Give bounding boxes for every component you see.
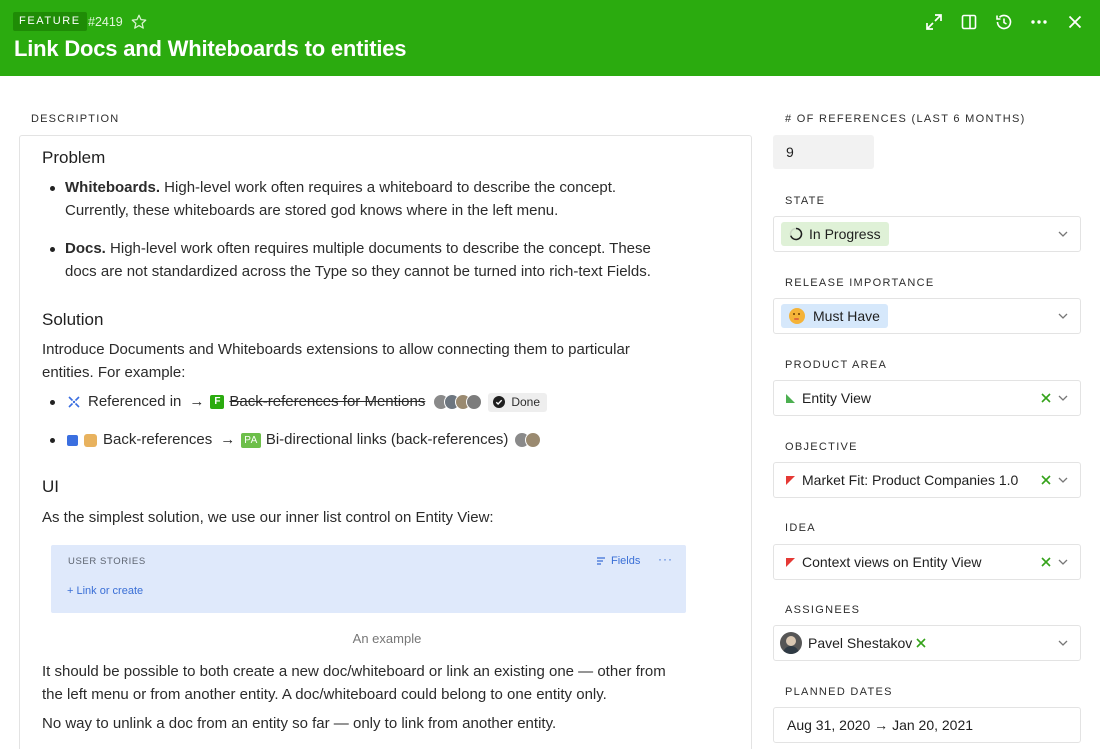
- page-title[interactable]: Link Docs and Whiteboards to entities: [14, 35, 407, 63]
- example-referenced-in: Referenced in → F Back-references for Me…: [67, 391, 548, 413]
- expand-icon[interactable]: [924, 12, 944, 32]
- objective-value[interactable]: Market Fit: Product Companies 1.0: [802, 463, 1018, 497]
- idea-flag-icon: [786, 558, 795, 567]
- chevron-down-icon[interactable]: [1057, 310, 1069, 322]
- solution-heading: Solution: [42, 310, 104, 329]
- bullet: [50, 186, 55, 191]
- product-area-label: PRODUCT AREA: [785, 359, 888, 371]
- whiteboard-icon: [68, 396, 80, 408]
- type-badge[interactable]: FEATURE: [13, 12, 87, 31]
- entity-id: #2419: [88, 15, 123, 29]
- link-or-create-button[interactable]: + Link or create: [67, 585, 143, 597]
- side-panel-icon[interactable]: [959, 12, 979, 32]
- paragraph: It should be possible to both create a n…: [42, 663, 666, 703]
- bullet: [50, 400, 55, 405]
- fields-button[interactable]: Fields: [596, 555, 640, 567]
- objective-label: OBJECTIVE: [785, 441, 858, 453]
- person-emoji-icon: [84, 433, 97, 447]
- doc-icon: [67, 434, 78, 446]
- references-label: # OF REFERENCES (LAST 6 MONTHS): [785, 113, 1026, 125]
- chevron-down-icon[interactable]: [1057, 474, 1069, 486]
- idea-label: IDEA: [785, 522, 816, 534]
- avatar-stack: [514, 432, 542, 448]
- chevron-down-icon[interactable]: [1057, 556, 1069, 568]
- chevron-down-icon[interactable]: [1057, 228, 1069, 240]
- assignees-select[interactable]: Pavel Shestakov: [773, 625, 1081, 661]
- more-icon[interactable]: [1029, 12, 1049, 32]
- arrow: →: [189, 393, 205, 410]
- face-emoji-icon: [789, 308, 805, 324]
- product-area-value[interactable]: Entity View: [802, 381, 871, 415]
- bullet: [50, 438, 55, 443]
- product-area-chip: PA: [241, 432, 261, 448]
- assignee-name[interactable]: Pavel Shestakov: [808, 626, 912, 660]
- feature-chip: F: [210, 395, 225, 409]
- objective-flag-icon: [786, 476, 795, 485]
- idea-select[interactable]: Context views on Entity View: [773, 544, 1081, 580]
- bullet: [50, 247, 55, 252]
- image-caption: An example: [352, 631, 422, 646]
- chevron-down-icon[interactable]: [1057, 637, 1069, 649]
- release-importance-select[interactable]: Must Have: [773, 298, 1081, 334]
- planned-dates-label: PLANNED DATES: [785, 686, 893, 698]
- product-area-select[interactable]: Entity View: [773, 380, 1081, 416]
- planned-dates-field[interactable]: Aug 31, 2020 → Jan 20, 2021: [773, 707, 1081, 743]
- release-importance-label: RELEASE IMPORTANCE: [785, 277, 935, 289]
- embed-label: USER STORIES: [68, 556, 146, 567]
- release-importance-pill: Must Have: [781, 304, 888, 328]
- clear-icon[interactable]: [1039, 555, 1053, 569]
- problem-heading: Problem: [42, 148, 106, 167]
- clear-icon[interactable]: [914, 636, 928, 650]
- description-label: DESCRIPTION: [31, 113, 120, 125]
- entity-header: FEATURE #2419 Link Docs and Whiteboards …: [0, 0, 1100, 76]
- idea-value[interactable]: Context views on Entity View: [802, 545, 982, 579]
- star-icon[interactable]: [130, 13, 148, 31]
- check-circle-icon: [493, 396, 506, 408]
- close-icon[interactable]: [1065, 12, 1085, 32]
- history-icon[interactable]: [994, 12, 1014, 32]
- solution-text: Introduce Documents and Whiteboards exte…: [42, 341, 630, 381]
- fields-icon: [597, 557, 605, 565]
- references-value: 9: [773, 135, 874, 169]
- product-area-flag-icon: [786, 394, 795, 403]
- avatar: [780, 632, 802, 654]
- ui-text: As the simplest solution, we use our inn…: [42, 509, 494, 526]
- linked-entity-link[interactable]: Bi-directional links (back-references): [266, 429, 509, 451]
- state-label: STATE: [785, 195, 826, 207]
- avatar: [525, 432, 542, 448]
- clear-icon[interactable]: [1039, 473, 1053, 487]
- chevron-down-icon[interactable]: [1057, 392, 1069, 404]
- linked-entity-link[interactable]: Back-references for Mentions: [229, 391, 425, 413]
- bullet-whiteboards: Whiteboards. High-level work often requi…: [65, 179, 617, 219]
- example-back-references: Back-references → PA Bi-directional link…: [67, 429, 542, 451]
- paragraph: No way to unlink a doc from an entity so…: [42, 715, 557, 732]
- description-editor[interactable]: Problem Whiteboards. High-level work oft…: [19, 135, 752, 749]
- objective-select[interactable]: Market Fit: Product Companies 1.0: [773, 462, 1081, 498]
- avatar: [466, 394, 483, 410]
- avatar-stack: [433, 394, 483, 410]
- user-stories-embed[interactable]: USER STORIES Fields ··· + Link or create: [51, 545, 686, 613]
- status-badge: Done: [488, 392, 548, 412]
- arrow: →: [220, 431, 236, 448]
- clear-icon[interactable]: [1039, 391, 1053, 405]
- assignees-label: ASSIGNEES: [785, 604, 861, 616]
- embed-more-button[interactable]: ···: [658, 552, 673, 566]
- in-progress-icon: [789, 227, 803, 241]
- ui-heading: UI: [42, 477, 59, 496]
- state-select[interactable]: In Progress: [773, 216, 1081, 252]
- bullet-docs: Docs. High-level work often requires mul…: [65, 240, 651, 280]
- state-pill: In Progress: [781, 222, 889, 246]
